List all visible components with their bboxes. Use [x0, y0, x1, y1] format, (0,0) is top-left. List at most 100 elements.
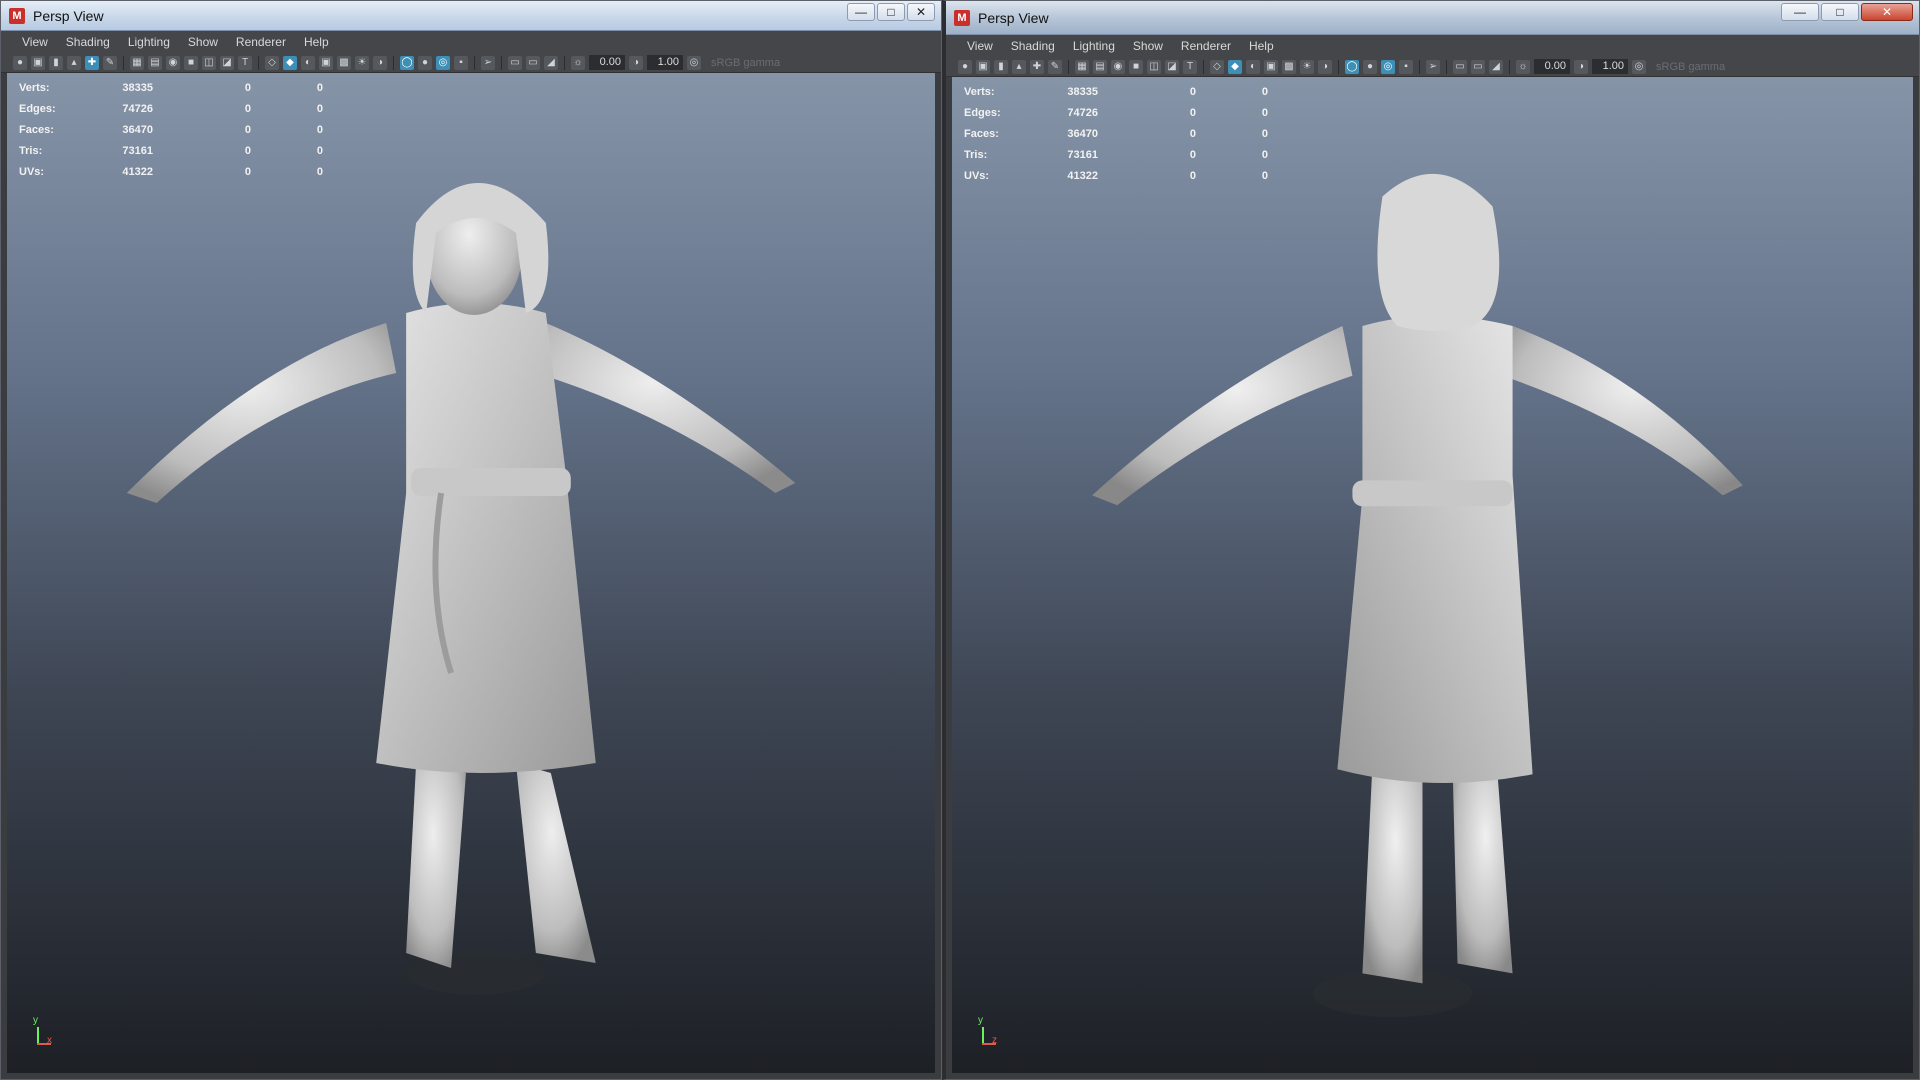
grease-pencil-icon[interactable]: ✎ [103, 55, 117, 70]
grid-icon[interactable]: ▦ [130, 55, 144, 70]
toolbar-separator [501, 55, 502, 70]
smooth-shade-icon[interactable]: ◆ [283, 55, 297, 70]
maya-app-icon: M [954, 9, 970, 26]
gate-mask-icon[interactable]: ■ [184, 55, 198, 70]
exposure-field[interactable]: 0.00 [1534, 59, 1570, 74]
film-gate-icon[interactable]: ▤ [1093, 59, 1107, 74]
maximize-icon[interactable]: □ [1821, 3, 1859, 21]
image-plane-icon[interactable]: ▴ [1012, 59, 1026, 74]
xray-active-icon[interactable]: ▭ [526, 55, 540, 70]
color-space-label[interactable]: sRGB gamma [711, 57, 780, 69]
left-leg [1362, 764, 1423, 984]
ambient-occlusion-icon[interactable]: ◯ [400, 55, 414, 70]
xray-active-icon[interactable]: ▭ [1471, 59, 1485, 74]
menu-show[interactable]: Show [1124, 39, 1172, 53]
default-material-icon[interactable]: ◐ [1246, 59, 1260, 74]
resolution-gate-icon[interactable]: ◉ [1111, 59, 1125, 74]
close-icon[interactable]: ✕ [1861, 3, 1913, 21]
safe-action-icon[interactable]: ◪ [1165, 59, 1179, 74]
menu-view[interactable]: View [958, 39, 1002, 53]
menu-renderer[interactable]: Renderer [1172, 39, 1240, 53]
camera-attributes-icon[interactable]: ▣ [976, 59, 990, 74]
wireframe-icon[interactable]: ◇ [265, 55, 279, 70]
close-icon[interactable]: ✕ [907, 3, 935, 21]
backface-icon[interactable]: ◢ [1489, 59, 1503, 74]
exposure-field[interactable]: 0.00 [589, 55, 625, 70]
color-space-label[interactable]: sRGB gamma [1656, 61, 1725, 73]
axis-z-label: z [992, 1035, 997, 1046]
shadows-icon[interactable]: ◑ [1318, 59, 1332, 74]
film-gate-icon[interactable]: ▤ [148, 55, 162, 70]
menu-lighting[interactable]: Lighting [119, 35, 179, 49]
light-icon[interactable]: ☀ [1300, 59, 1314, 74]
isolate-icon[interactable]: ➢ [481, 55, 495, 70]
isolate-icon[interactable]: ➢ [1426, 59, 1440, 74]
maximize-icon[interactable]: □ [877, 3, 905, 21]
xray-icon[interactable]: ▩ [1282, 59, 1296, 74]
shadows-icon[interactable]: ◑ [373, 55, 387, 70]
bookmark-icon[interactable]: ▮ [994, 59, 1008, 74]
grid-icon[interactable]: ▦ [1075, 59, 1089, 74]
exposure-icon[interactable]: ☼ [571, 55, 585, 70]
bookmark-icon[interactable]: ▮ [49, 55, 63, 70]
window-titlebar[interactable]: M Persp View — □ ✕ [946, 1, 1919, 35]
color-management-icon[interactable]: ◎ [1632, 59, 1646, 74]
smooth-shade-icon[interactable]: ◆ [1228, 59, 1242, 74]
gamma-icon[interactable]: ◑ [1574, 59, 1588, 74]
menu-renderer[interactable]: Renderer [227, 35, 295, 49]
minimize-icon[interactable]: — [847, 3, 875, 21]
multisample-icon[interactable]: ◎ [436, 55, 450, 70]
light-icon[interactable]: ☀ [355, 55, 369, 70]
character-model-front[interactable] [7, 73, 935, 1073]
ambient-occlusion-icon[interactable]: ◯ [1345, 59, 1359, 74]
image-plane-icon[interactable]: ▴ [67, 55, 81, 70]
menu-help[interactable]: Help [1240, 39, 1283, 53]
safe-title-icon[interactable]: T [238, 55, 252, 70]
field-chart-icon[interactable]: ◫ [1147, 59, 1161, 74]
motion-blur-icon[interactable]: ● [1363, 59, 1377, 74]
persp-view-window-front: M Persp View — □ ✕ View Shading Lighting… [0, 0, 942, 1080]
resolution-gate-icon[interactable]: ◉ [166, 55, 180, 70]
toolbar-separator [393, 55, 394, 70]
minimize-icon[interactable]: — [1781, 3, 1819, 21]
character-model-back[interactable] [952, 77, 1913, 1073]
camera-attributes-icon[interactable]: ▣ [31, 55, 45, 70]
menu-lighting[interactable]: Lighting [1064, 39, 1124, 53]
depth-of-field-icon[interactable]: ▪ [454, 55, 468, 70]
wireframe-icon[interactable]: ◇ [1210, 59, 1224, 74]
menu-view[interactable]: View [13, 35, 57, 49]
default-material-icon[interactable]: ◐ [301, 55, 315, 70]
gamma-field[interactable]: 1.00 [647, 55, 683, 70]
textured-icon[interactable]: ▣ [1264, 59, 1278, 74]
backface-icon[interactable]: ◢ [544, 55, 558, 70]
gamma-icon[interactable]: ◑ [629, 55, 643, 70]
depth-of-field-icon[interactable]: ▪ [1399, 59, 1413, 74]
panel-toolbar: ● ▣ ▮ ▴ ✚ ✎ ▦ ▤ ◉ ■ ◫ ◪ T ◇ ◆ ◐ ▣ ▩ ☀ ◑ … [1, 53, 941, 73]
viewport-persp-back[interactable]: Verts: 38335 0 0 Edges: 74726 0 0 Faces: 36470 0… [946, 77, 1919, 1079]
motion-blur-icon[interactable]: ● [418, 55, 432, 70]
color-management-icon[interactable]: ◎ [687, 55, 701, 70]
window-titlebar[interactable]: M Persp View — □ ✕ [1, 1, 941, 31]
menu-shading[interactable]: Shading [1002, 39, 1064, 53]
textured-icon[interactable]: ▣ [319, 55, 333, 70]
2d-pan-icon[interactable]: ✚ [85, 55, 99, 70]
menu-help[interactable]: Help [295, 35, 338, 49]
axis-y-label: y [978, 1015, 983, 1026]
2d-pan-icon[interactable]: ✚ [1030, 59, 1044, 74]
camera-icon[interactable]: ● [958, 59, 972, 74]
xray-joints-icon[interactable]: ▭ [1453, 59, 1467, 74]
xray-joints-icon[interactable]: ▭ [508, 55, 522, 70]
camera-icon[interactable]: ● [13, 55, 27, 70]
gamma-field[interactable]: 1.00 [1592, 59, 1628, 74]
grease-pencil-icon[interactable]: ✎ [1048, 59, 1062, 74]
multisample-icon[interactable]: ◎ [1381, 59, 1395, 74]
safe-action-icon[interactable]: ◪ [220, 55, 234, 70]
gate-mask-icon[interactable]: ■ [1129, 59, 1143, 74]
xray-icon[interactable]: ▩ [337, 55, 351, 70]
safe-title-icon[interactable]: T [1183, 59, 1197, 74]
exposure-icon[interactable]: ☼ [1516, 59, 1530, 74]
field-chart-icon[interactable]: ◫ [202, 55, 216, 70]
menu-shading[interactable]: Shading [57, 35, 119, 49]
menu-show[interactable]: Show [179, 35, 227, 49]
viewport-persp-front[interactable]: Verts: 38335 0 0 Edges: 74726 0 0 Faces: 36470 0… [1, 73, 941, 1079]
